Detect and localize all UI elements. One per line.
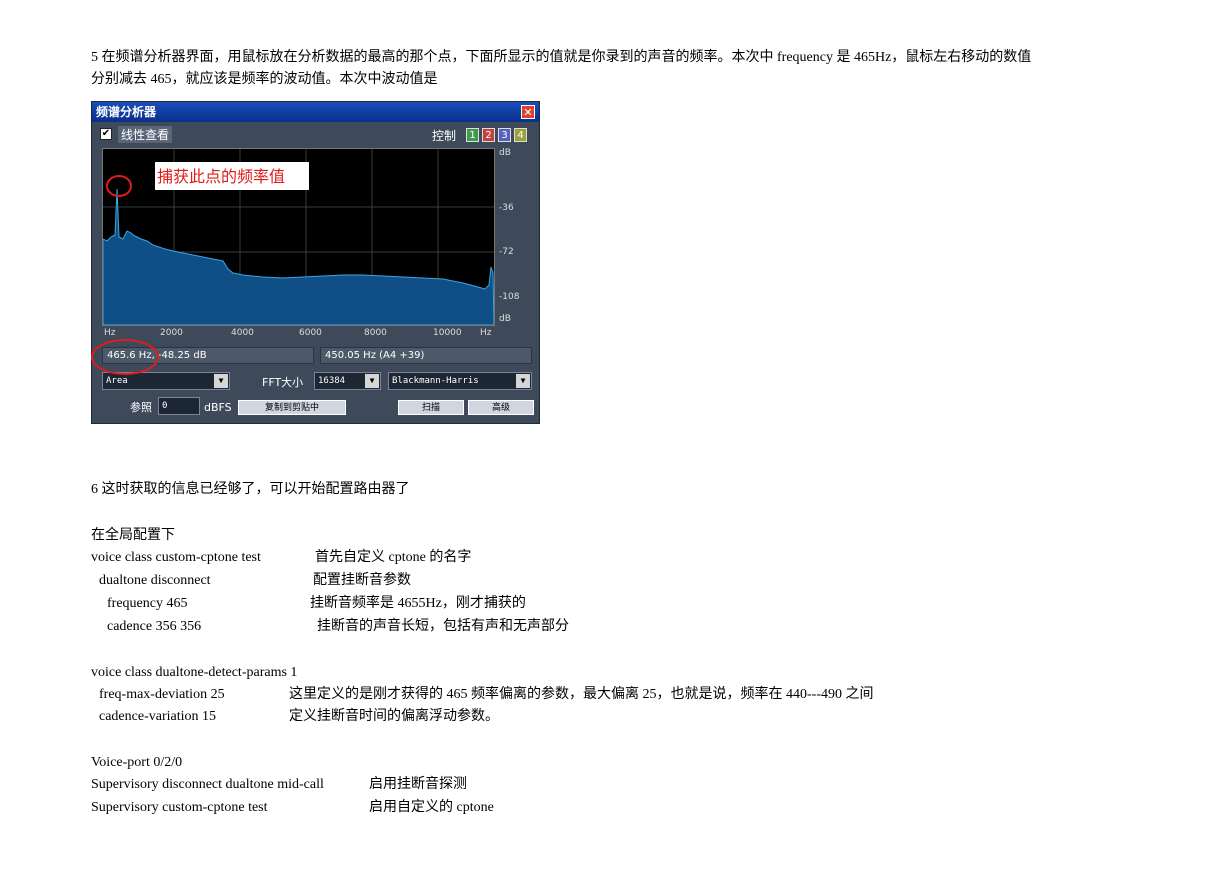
config-description: 这里定义的是刚才获得的 465 频率偏离的参数，最大偏离 25，也就是说，频率在… xyxy=(289,687,874,702)
config-description: 启用挂断音探测 xyxy=(369,777,467,792)
config-heading: 在全局配置下 xyxy=(91,528,175,543)
config-description: 挂断音的声音长短，包括有声和无声部分 xyxy=(317,619,569,634)
config-description: 配置挂断音参数 xyxy=(313,573,411,588)
config-description: 定义挂断音时间的偏离浮动参数。 xyxy=(289,709,499,724)
config-description: 首先自定义 cptone 的名字 xyxy=(315,550,472,565)
peak-circle xyxy=(106,175,132,197)
paragraph-6: 6 这时获取的信息已经够了，可以开始配置路由器了 xyxy=(91,482,410,497)
config-command: cadence 356 356 xyxy=(107,619,202,634)
config-command: freq-max-deviation 25 xyxy=(99,687,225,702)
config-description: 启用自定义的 cptone xyxy=(369,800,494,815)
config-command: voice class dualtone-detect-params 1 xyxy=(91,665,298,680)
config-command: cadence-variation 15 xyxy=(99,709,216,724)
config-command: frequency 465 xyxy=(107,596,188,611)
config-description: 挂断音频率是 4655Hz，刚才捕获的 xyxy=(310,596,526,611)
config-command: Supervisory custom-cptone test xyxy=(91,800,268,815)
config-command: dualtone disconnect xyxy=(99,573,211,588)
config-command: Supervisory disconnect dualtone mid-call xyxy=(91,777,324,792)
annotation-circles xyxy=(91,175,159,375)
readout-circle xyxy=(91,339,159,375)
config-command: voice class custom-cptone test xyxy=(91,550,261,565)
config-command: Voice-port 0/2/0 xyxy=(91,755,183,770)
